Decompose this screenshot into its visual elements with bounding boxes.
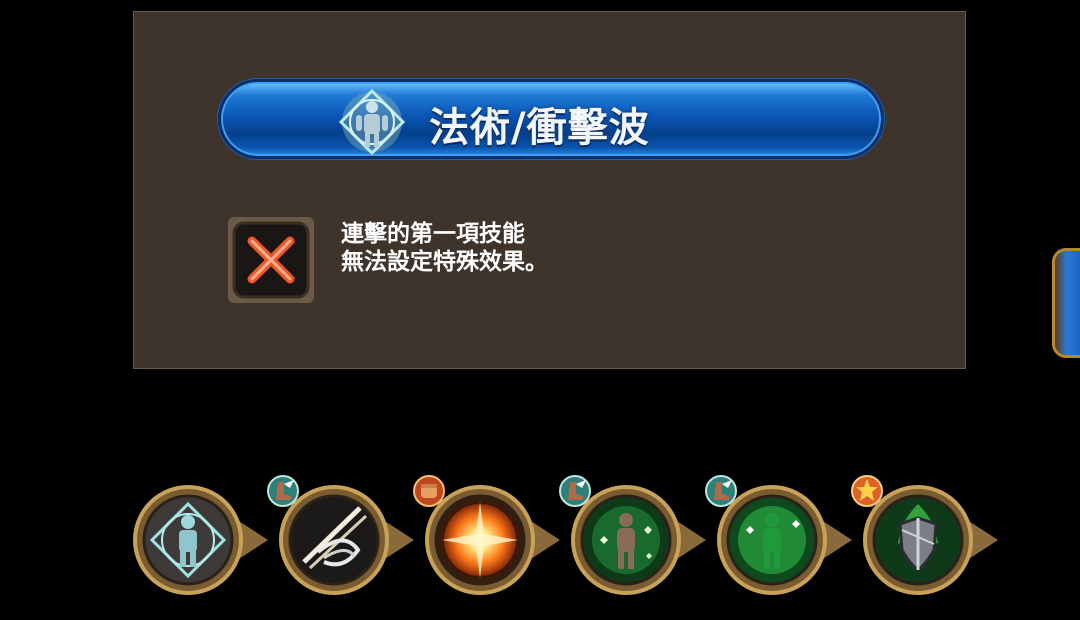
shockwave-slash-icon bbox=[302, 506, 368, 570]
skill-description: 連擊的第一項技能 無法設定特殊效果。 bbox=[341, 220, 548, 276]
chain-slot-3[interactable] bbox=[413, 475, 562, 600]
chain-slot-1[interactable] bbox=[130, 480, 270, 600]
winged-boot-icon bbox=[267, 475, 299, 507]
skill-name-banner: 法術/衝擊波 bbox=[218, 79, 884, 159]
chain-slot-6[interactable] bbox=[851, 475, 1000, 600]
green-glow-figure-icon bbox=[738, 506, 806, 574]
winged-boot-icon bbox=[705, 475, 737, 507]
shield-aura-icon bbox=[898, 504, 938, 572]
humanoid-diamond-icon bbox=[149, 501, 227, 579]
star-icon bbox=[851, 475, 883, 507]
red-x-icon bbox=[228, 217, 314, 303]
skill-title: 法術/衝擊波 bbox=[429, 105, 650, 151]
chain-slot-4[interactable] bbox=[559, 475, 708, 600]
description-line-2: 無法設定特殊效果。 bbox=[341, 249, 548, 275]
fist-icon bbox=[413, 475, 445, 507]
humanoid-diamond-icon bbox=[338, 88, 406, 156]
skill-info-panel: 法術/衝擊波 連擊的第一項技能 無法設定特殊效果。 bbox=[133, 11, 966, 369]
green-aura-figure-icon bbox=[592, 506, 660, 574]
fire-burst-icon bbox=[442, 502, 518, 578]
chain-slot-5[interactable] bbox=[705, 475, 854, 600]
side-tab-button[interactable] bbox=[1052, 248, 1080, 358]
winged-boot-icon bbox=[559, 475, 591, 507]
chain-slot-2[interactable] bbox=[267, 475, 416, 600]
description-line-1: 連擊的第一項技能 bbox=[341, 221, 525, 247]
